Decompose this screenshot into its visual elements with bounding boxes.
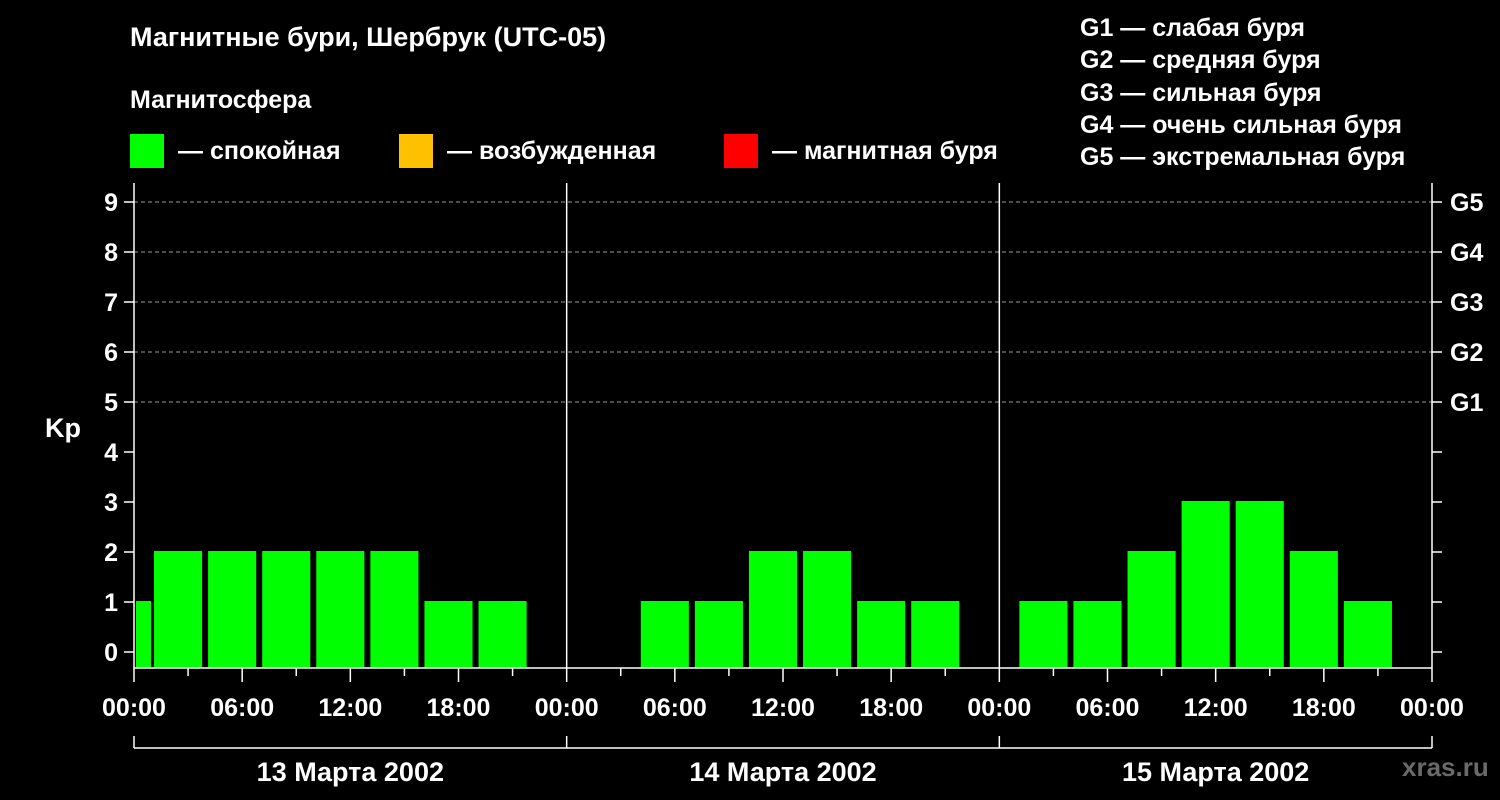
day-label: 14 Марта 2002 [689,757,876,787]
kp-bar [154,551,203,668]
kp-bar [370,551,419,668]
kp-bar [1181,501,1230,668]
y-axis-label: Kp [45,413,81,443]
kp-bar [1289,551,1338,668]
x-tick-label: 18:00 [427,694,491,722]
y-tick-label: 8 [104,239,118,267]
kp-bar [1127,551,1176,668]
kp-bar [911,601,960,668]
kp-bar [262,551,311,668]
x-tick-label: 00:00 [102,694,166,722]
y-tick-label: 6 [104,339,118,367]
x-tick-label: 18:00 [859,694,923,722]
kp-bar [1235,501,1284,668]
x-tick-label: 06:00 [643,694,707,722]
g-scale-label: G3 [1450,289,1483,317]
x-tick-label: 12:00 [1184,694,1248,722]
x-tick-label: 00:00 [535,694,599,722]
kp-bar [640,601,689,668]
x-tick-label: 12:00 [318,694,382,722]
y-tick-label: 1 [104,589,118,617]
kp-bar [694,601,743,668]
y-tick-label: 3 [104,489,118,517]
x-tick-label: 00:00 [967,694,1031,722]
x-tick-label: 06:00 [1076,694,1140,722]
y-tick-label: 2 [104,539,118,567]
day-label: 15 Марта 2002 [1122,757,1309,787]
kp-bar [748,551,798,668]
kp-bar [857,601,906,668]
kp-bar [803,551,852,668]
kp-bar [1073,601,1122,668]
kp-bar [1343,601,1392,668]
kp-bar [316,551,365,668]
y-tick-label: 0 [104,639,118,667]
kp-bar [1019,601,1068,668]
y-tick-label: 9 [104,189,118,217]
x-tick-label: 18:00 [1292,694,1356,722]
y-tick-label: 7 [104,289,118,317]
y-tick-label: 4 [104,439,118,467]
x-tick-label: 00:00 [1400,694,1464,722]
g-scale-label: G2 [1450,339,1483,367]
g-scale-label: G5 [1450,189,1483,217]
kp-bar [208,551,257,668]
kp-bar [478,601,527,668]
watermark: xras.ru [1402,752,1489,782]
kp-bar [424,601,473,668]
x-tick-label: 06:00 [210,694,274,722]
y-tick-label: 5 [104,389,118,417]
g-scale-label: G1 [1450,389,1483,417]
g-scale-label: G4 [1450,239,1483,267]
x-tick-label: 12:00 [751,694,815,722]
day-label: 13 Марта 2002 [257,757,444,787]
kp-chart: 0 1 2 3 4 5 6 7 8 9 G1 G2 G3 G4 G5 Kp 00:00 06:00 12:00 18:… [45,183,1483,787]
kp-bar [136,601,152,668]
